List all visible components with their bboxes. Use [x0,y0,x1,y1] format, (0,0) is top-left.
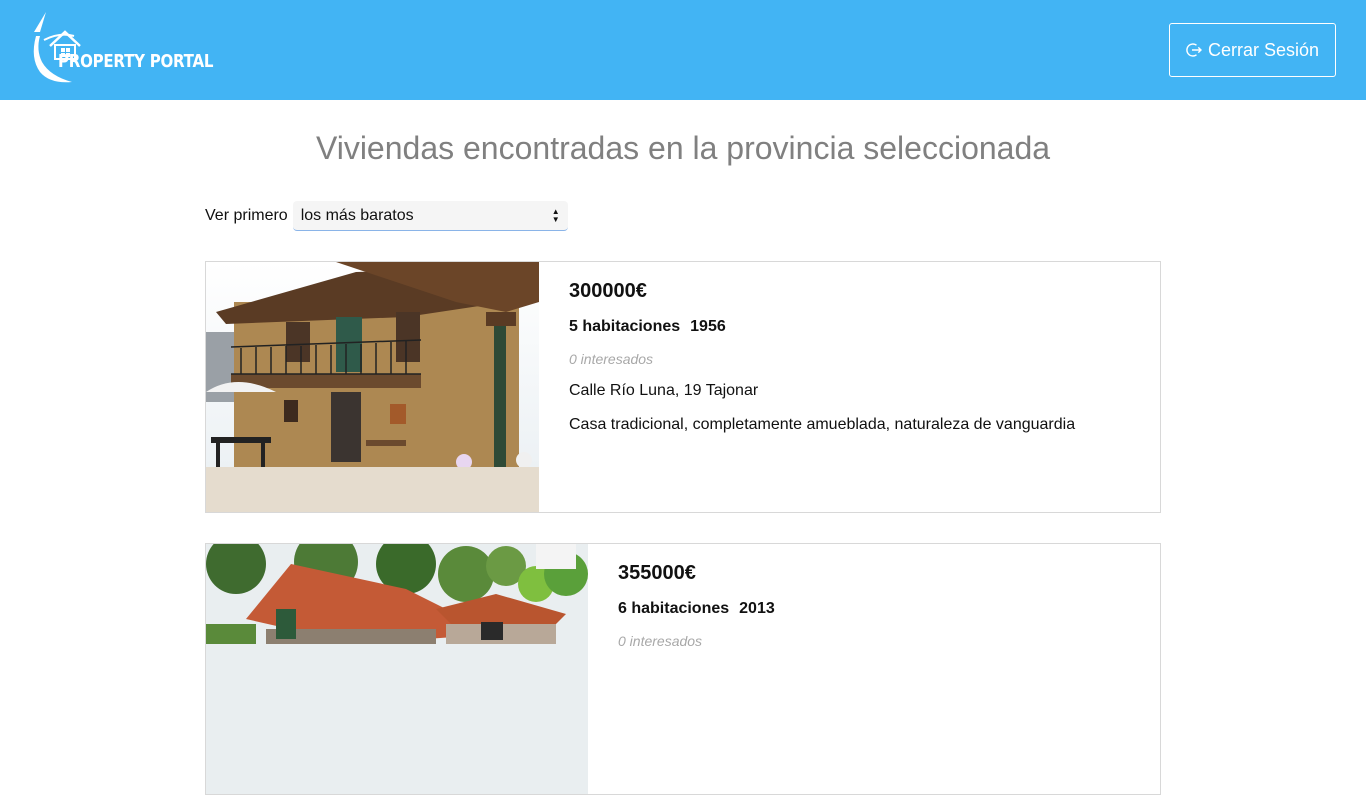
listing-interested: 0 interesados [618,633,703,649]
page-title: Viviendas encontradas en la provincia se… [315,130,1051,166]
house-swoosh-logo-icon [33,12,81,83]
tiled-roof-house-photo [206,544,588,794]
sort-label: Ver primero [205,207,288,224]
logout-label: Cerrar Sesión [1207,39,1320,60]
property-portal-logo[interactable]: PROPERTY PORTAL [28,10,214,86]
listing-card[interactable]: 300000€ 5 habitaciones 1956 0 interesados… [205,261,1161,513]
listing-interested: 0 interesados [569,351,654,367]
listing-description: Casa tradicional, completamente amueblad… [569,416,1076,433]
listing-address: Calle Río Luna, 19 Tajonar [569,382,759,399]
stone-house-photo [206,262,539,512]
sort-selected-value: los más baratos [300,206,414,224]
listing-photo[interactable] [206,262,539,512]
listing-specs: 6 habitaciones 2013 [618,600,775,618]
listing-specs: 5 habitaciones 1956 [569,318,726,336]
listing-card[interactable]: 355000€ 6 habitaciones 2013 0 interesados [205,543,1161,795]
logo-text: PROPERTY PORTAL [58,52,214,72]
listing-rooms: 5 habitaciones [569,318,681,335]
logout-icon [1186,43,1202,57]
navbar: PROPERTY PORTAL Cerrar Sesión [0,0,1366,100]
listing-photo[interactable] [206,544,588,794]
listing-year: 2013 [739,600,775,617]
select-arrows-icon: ▲ ▼ [551,206,560,224]
logout-button[interactable]: Cerrar Sesión [1169,23,1336,77]
sort-select[interactable]: los más baratos ▲ ▼ [292,201,568,231]
listing-price: 355000€ [618,562,696,584]
listing-year: 1956 [690,318,726,335]
listing-price: 300000€ [569,280,647,302]
listing-rooms: 6 habitaciones [618,600,730,617]
sort-control: Ver primero los más baratos ▲ ▼ [205,201,568,231]
